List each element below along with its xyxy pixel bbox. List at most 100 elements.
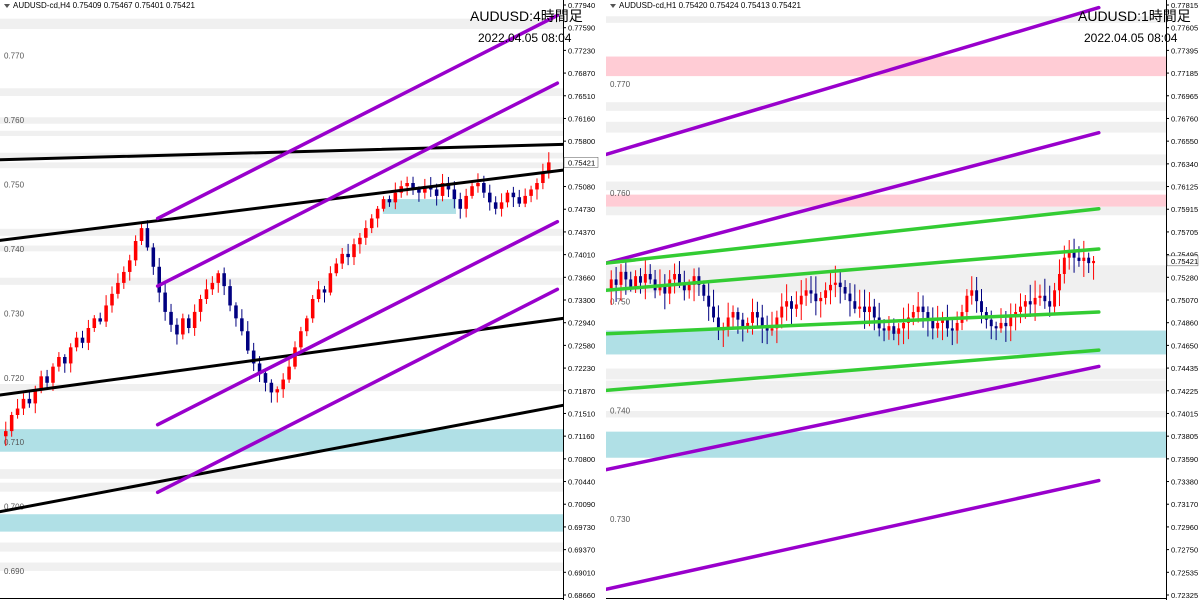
axis-tick-label: 0.76125 <box>1171 183 1198 192</box>
axis-tick-label: 0.75280 <box>1171 273 1198 282</box>
candle-body <box>204 289 209 299</box>
axis-tick-label: 0.72960 <box>1171 523 1198 532</box>
candle-body <box>417 189 421 193</box>
axis-tick-label: 0.76870 <box>568 69 595 78</box>
black-trendline[interactable] <box>0 403 565 514</box>
chart-panel-h4[interactable]: 0.770 0.760 0.750 0.740 0.730 0.720 0.710 0.700… <box>0 0 600 600</box>
candle-body <box>15 408 20 415</box>
level-label: 0.740 <box>4 245 25 254</box>
zone-band <box>0 130 563 136</box>
axis-tick-label: 0.72230 <box>568 364 595 373</box>
zone-band <box>0 562 563 571</box>
chart-title-h4: AUDUSD:4時間足 <box>470 8 583 24</box>
axis-tick-label: 0.75800 <box>568 137 595 146</box>
candle-body <box>328 273 333 293</box>
candle-body <box>760 317 764 327</box>
candle-body <box>181 318 185 335</box>
candle-body <box>975 290 979 302</box>
chart-root: 0.770 0.760 0.750 0.740 0.730 0.720 0.710 0.700… <box>0 0 1200 600</box>
axis-tick-label: 0.74860 <box>1171 319 1198 328</box>
zone-band <box>0 162 563 169</box>
candle-body <box>970 290 974 296</box>
axis-tick-label: 0.77395 <box>1171 46 1198 55</box>
candle-body <box>1072 252 1076 258</box>
symbol-header-h4: AUDUSD-cd,H4 0.75409 0.75467 0.75401 0.7… <box>4 1 195 10</box>
axis-tick-label: 0.70440 <box>568 478 595 487</box>
level-label: 0.730 <box>4 309 25 318</box>
candle-body <box>629 279 633 288</box>
candle-body <box>1043 295 1047 302</box>
candle-body <box>499 202 504 209</box>
candle-body <box>809 290 813 294</box>
chart-canvas-h1[interactable]: 0.7700.7600.7500.7400.7300.778150.776050… <box>606 0 1200 600</box>
candle-body <box>287 366 291 380</box>
axis-tick-label: 0.70800 <box>568 455 595 464</box>
level-label: 0.760 <box>610 189 631 198</box>
axis-tick-label: 0.75080 <box>568 183 595 192</box>
dropdown-triangle-icon[interactable] <box>4 3 10 8</box>
level-label: 0.740 <box>610 406 631 415</box>
candle-body <box>780 306 784 318</box>
candle-body <box>240 318 244 332</box>
purple-trendline[interactable] <box>155 81 560 288</box>
candle-body <box>911 312 915 318</box>
axis-tick-label: 0.73300 <box>568 296 595 305</box>
header-text: AUDUSD-cd,H4 0.75409 0.75467 0.75401 0.7… <box>13 1 195 10</box>
candle-body <box>21 398 26 409</box>
candle-body <box>458 199 463 209</box>
current-price-label: 0.75421 <box>1171 257 1198 266</box>
axis-tick-label: 0.73380 <box>1171 478 1198 487</box>
level-label: 0.690 <box>4 567 25 576</box>
candle-body <box>310 299 315 319</box>
candle-body <box>848 293 852 302</box>
candle-body <box>1009 317 1013 327</box>
candle-body <box>281 379 285 390</box>
level-label: 0.710 <box>4 438 25 447</box>
candle-body <box>127 260 132 272</box>
candle-body <box>74 337 79 348</box>
purple-trendline[interactable] <box>155 219 560 427</box>
candle-body <box>487 192 492 203</box>
candle-body <box>921 306 925 313</box>
candle-body <box>829 284 832 291</box>
zone-band <box>606 102 1166 111</box>
candle-body <box>39 376 43 390</box>
candle-body <box>955 322 959 331</box>
axis-tick-label: 0.75915 <box>1171 205 1198 214</box>
purple-trendline[interactable] <box>155 13 560 221</box>
candle-body <box>643 273 647 283</box>
dropdown-triangle-icon[interactable] <box>610 3 616 8</box>
chart-canvas-h4[interactable]: 0.770 0.760 0.750 0.740 0.730 0.720 0.710 0.700… <box>0 0 600 600</box>
candle-body <box>192 311 197 328</box>
level-label: 0.730 <box>610 515 631 524</box>
candle-body <box>305 318 309 332</box>
candle-body <box>116 282 120 294</box>
zone-band <box>0 88 563 97</box>
candle-body <box>1087 257 1091 264</box>
candle-body <box>994 326 998 329</box>
candle-body <box>375 208 380 219</box>
candle-body <box>887 326 891 331</box>
axis-tick-label: 0.72580 <box>568 341 595 350</box>
axis-tick-label: 0.74010 <box>568 251 595 260</box>
candle-body <box>482 183 486 193</box>
axis-tick-label: 0.72940 <box>568 319 595 328</box>
candle-body <box>27 398 32 404</box>
header-text: AUDUSD-cd,H1 0.75420 0.75424 0.75413 0.7… <box>619 1 801 10</box>
axis-tick-label: 0.77185 <box>1171 69 1198 78</box>
candle-body <box>1023 301 1027 307</box>
chart-panel-h1[interactable]: 0.770 0.760 0.750 0.740 0.730 0.77815 0.77605 0… <box>606 0 1200 600</box>
candle-body <box>245 331 250 351</box>
candle-body <box>210 282 215 290</box>
zone-band <box>0 542 563 552</box>
candle-body <box>624 271 628 280</box>
candle-body <box>1028 301 1032 305</box>
candle-body <box>234 305 238 319</box>
purple-trendline[interactable] <box>606 478 1101 592</box>
candle-body <box>902 322 906 329</box>
current-price-label: 0.75421 <box>568 158 595 167</box>
candle-body <box>98 318 102 322</box>
axis-tick-label: 0.74225 <box>1171 387 1198 396</box>
axis-tick-label: 0.72325 <box>1171 591 1198 600</box>
candle-body <box>80 337 85 343</box>
